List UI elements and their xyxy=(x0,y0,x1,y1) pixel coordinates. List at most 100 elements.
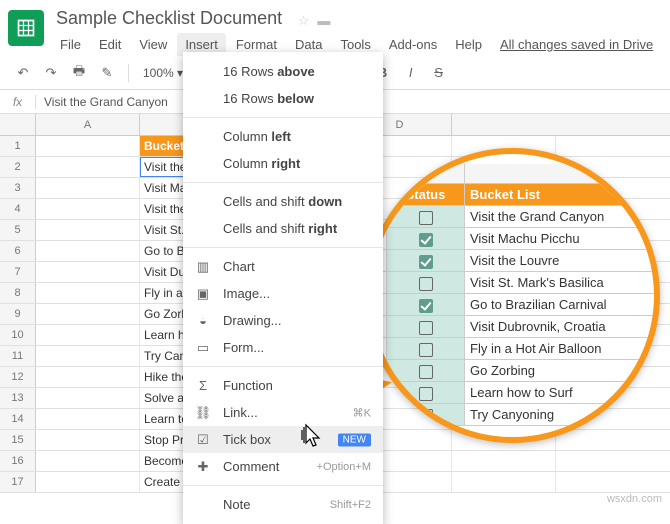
menu-addons[interactable]: Add-ons xyxy=(381,33,445,56)
cell[interactable] xyxy=(36,262,140,282)
menu-chart[interactable]: ▥Chart xyxy=(183,253,383,280)
row-header[interactable]: 12 xyxy=(0,367,36,387)
row-header[interactable]: 11 xyxy=(0,346,36,366)
list-item[interactable]: Visit the Grand Canyon xyxy=(465,206,660,227)
checkbox-cell[interactable] xyxy=(387,382,465,403)
checkbox-icon[interactable] xyxy=(419,233,433,247)
checkbox-cell[interactable] xyxy=(387,316,465,337)
checkbox-cell[interactable] xyxy=(387,360,465,381)
menu-file[interactable]: File xyxy=(52,33,89,56)
cell[interactable] xyxy=(452,451,556,471)
cell[interactable] xyxy=(36,388,140,408)
row-header[interactable]: 4 xyxy=(0,199,36,219)
checkbox-icon[interactable] xyxy=(419,387,433,401)
checkbox-cell[interactable] xyxy=(387,294,465,315)
cell[interactable] xyxy=(36,283,140,303)
cell[interactable] xyxy=(36,220,140,240)
list-item[interactable]: Visit Dubrovnik, Croatia xyxy=(465,316,660,337)
menu-form[interactable]: ▭Form... xyxy=(183,334,383,361)
folder-icon[interactable]: ▬ xyxy=(317,13,330,29)
cell[interactable] xyxy=(36,451,140,471)
redo-button[interactable]: ↷ xyxy=(40,62,62,84)
cell[interactable] xyxy=(36,346,140,366)
checkbox-cell[interactable] xyxy=(387,272,465,293)
row-header[interactable]: 10 xyxy=(0,325,36,345)
row-header[interactable]: 2 xyxy=(0,157,36,177)
cell[interactable] xyxy=(36,199,140,219)
checkbox-cell[interactable] xyxy=(387,206,465,227)
list-item[interactable]: Visit St. Mark's Basilica xyxy=(465,272,660,293)
star-icon[interactable]: ☆ xyxy=(298,13,310,29)
checkbox-icon[interactable] xyxy=(419,409,433,423)
row-header[interactable]: 9 xyxy=(0,304,36,324)
cell[interactable] xyxy=(36,157,140,177)
row-header[interactable]: 13 xyxy=(0,388,36,408)
cell[interactable] xyxy=(36,409,140,429)
row-header[interactable]: 7 xyxy=(0,262,36,282)
select-all-corner[interactable] xyxy=(0,114,36,135)
column-header-a[interactable]: A xyxy=(36,114,140,135)
row-header[interactable]: 8 xyxy=(0,283,36,303)
menu-rows-below[interactable]: 16 Rows below xyxy=(183,85,383,112)
checkbox-icon[interactable] xyxy=(419,365,433,379)
row-header[interactable]: 1 xyxy=(0,136,36,156)
checkbox-cell[interactable] xyxy=(387,338,465,359)
menu-column-right[interactable]: Column right xyxy=(183,150,383,177)
zoom-select[interactable]: 100% ▾ xyxy=(139,66,187,80)
document-title[interactable]: Sample Checklist Document xyxy=(52,6,286,31)
menu-rows-above[interactable]: 16 Rows above xyxy=(183,58,383,85)
menu-note[interactable]: NoteShift+F2 xyxy=(183,491,383,518)
cell[interactable] xyxy=(36,472,140,492)
menu-drawing[interactable]: ◒Drawing... xyxy=(183,307,383,334)
drawing-icon: ◒ xyxy=(195,313,211,329)
checkbox-cell[interactable] xyxy=(387,404,465,425)
menu-edit[interactable]: Edit xyxy=(91,33,129,56)
list-item[interactable]: Go to Brazilian Carnival xyxy=(465,294,660,315)
checkbox-icon[interactable] xyxy=(419,255,433,269)
menu-cells-shift-right[interactable]: Cells and shift right xyxy=(183,215,383,242)
row-header[interactable]: 15 xyxy=(0,430,36,450)
checkbox-icon[interactable] xyxy=(419,211,433,225)
menu-image[interactable]: ▣Image... xyxy=(183,280,383,307)
menu-view[interactable]: View xyxy=(131,33,175,56)
cell[interactable] xyxy=(36,136,140,156)
list-item[interactable]: Visit the Louvre xyxy=(465,250,660,271)
cell[interactable] xyxy=(36,304,140,324)
list-item[interactable]: Learn how to Surf xyxy=(465,382,660,403)
cell[interactable] xyxy=(36,178,140,198)
list-item[interactable]: Fly in a Hot Air Balloon xyxy=(465,338,660,359)
menu-link[interactable]: ⛓Link...⌘K xyxy=(183,399,383,426)
menu-column-left[interactable]: Column left xyxy=(183,123,383,150)
paint-format-button[interactable]: ✎ xyxy=(96,62,118,84)
row-header[interactable]: 16 xyxy=(0,451,36,471)
checkbox-icon[interactable] xyxy=(419,343,433,357)
list-item[interactable]: Visit Machu Picchu xyxy=(465,228,660,249)
italic-button[interactable]: I xyxy=(400,62,422,84)
formula-bar[interactable]: Visit the Grand Canyon xyxy=(36,95,168,109)
checkbox-cell[interactable] xyxy=(387,228,465,249)
menu-cells-shift-down[interactable]: Cells and shift down xyxy=(183,188,383,215)
cell[interactable] xyxy=(452,472,556,492)
row-header[interactable]: 6 xyxy=(0,241,36,261)
checkbox-cell[interactable] xyxy=(387,250,465,271)
row-header[interactable]: 14 xyxy=(0,409,36,429)
undo-button[interactable]: ↶ xyxy=(12,62,34,84)
menu-help[interactable]: Help xyxy=(447,33,490,56)
row-header[interactable]: 3 xyxy=(0,178,36,198)
cell[interactable] xyxy=(36,430,140,450)
row-header[interactable]: 5 xyxy=(0,220,36,240)
cell[interactable] xyxy=(36,241,140,261)
checkbox-icon[interactable] xyxy=(419,277,433,291)
strikethrough-button[interactable]: S xyxy=(428,62,450,84)
menu-tickbox[interactable]: ☑Tick boxNEW xyxy=(183,426,383,453)
menu-function[interactable]: ΣFunction xyxy=(183,372,383,399)
menu-comment[interactable]: ✚Comment+Option+M xyxy=(183,453,383,480)
print-button[interactable]: 🖶 xyxy=(68,62,90,84)
checkbox-icon[interactable] xyxy=(419,321,433,335)
list-item[interactable]: Go Zorbing xyxy=(465,360,660,381)
cell[interactable] xyxy=(36,367,140,387)
cell[interactable] xyxy=(36,325,140,345)
checkbox-icon[interactable] xyxy=(419,299,433,313)
row-header[interactable]: 17 xyxy=(0,472,36,492)
list-item[interactable]: Try Canyoning xyxy=(465,404,660,425)
